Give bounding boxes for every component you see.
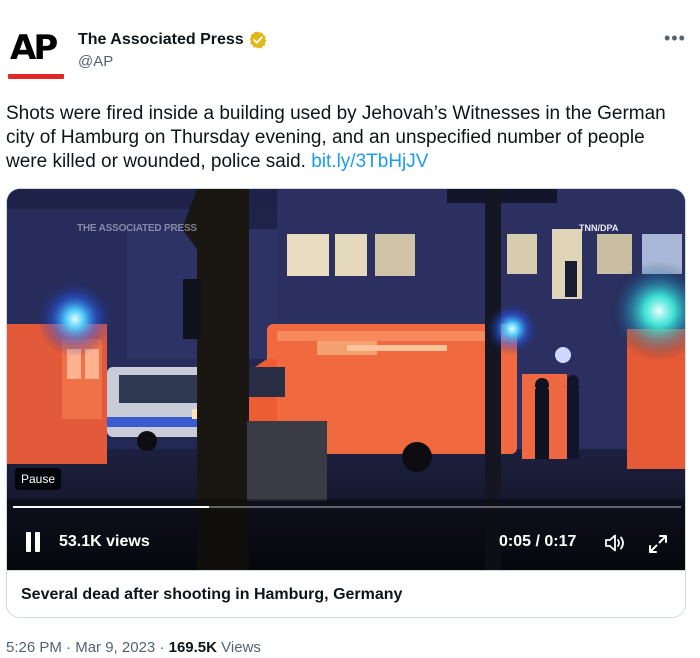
video-watermark-right: TNN/DPA: [579, 223, 619, 233]
tweet-text: Shots were fired inside a building used …: [6, 102, 686, 174]
tweet-meta: 5:26 PM · Mar 9, 2023 · 169.5K Views: [6, 639, 261, 656]
author-name-row: The Associated Press: [78, 30, 268, 50]
meta-separator: ·: [159, 639, 169, 656]
verified-badge-icon[interactable]: [248, 30, 268, 50]
card-caption[interactable]: Several dead after shooting in Hamburg, …: [7, 570, 685, 617]
media-card[interactable]: THE ASSOCIATED PRESS TNN/DPA Pause 53.1K…: [6, 188, 686, 618]
tweet-date[interactable]: Mar 9, 2023: [75, 639, 155, 656]
pause-icon-left-bar: [26, 532, 31, 552]
video-progress-fill: [13, 506, 210, 508]
volume-icon[interactable]: [603, 532, 627, 554]
more-options-icon[interactable]: •••: [664, 28, 686, 49]
ap-logo-text: AP: [10, 28, 58, 68]
author-display-name[interactable]: The Associated Press: [78, 31, 244, 49]
pause-button[interactable]: [23, 532, 43, 554]
video-frame: [7, 189, 685, 570]
fullscreen-icon[interactable]: [647, 533, 669, 555]
video-player[interactable]: THE ASSOCIATED PRESS TNN/DPA Pause 53.1K…: [7, 189, 685, 570]
card-caption-text: Several dead after shooting in Hamburg, …: [21, 586, 403, 603]
video-view-count: 53.1K views: [59, 533, 150, 550]
pause-icon-right-bar: [35, 532, 40, 552]
tweet-views-label: Views: [221, 639, 261, 656]
pause-tooltip: Pause: [15, 468, 62, 490]
video-progress-bar[interactable]: [13, 506, 681, 508]
ap-logo-bar: [8, 74, 64, 79]
author-avatar[interactable]: AP: [6, 26, 66, 86]
video-time: 0:05 / 0:17: [499, 533, 577, 550]
meta-separator: ·: [66, 639, 76, 656]
author-handle[interactable]: @AP: [78, 53, 113, 70]
tweet-link[interactable]: bit.ly/3TbHjJV: [311, 151, 428, 172]
tweet-time[interactable]: 5:26 PM: [6, 639, 62, 656]
video-watermark-left: THE ASSOCIATED PRESS: [77, 223, 197, 234]
tweet-view-count: 169.5K: [168, 639, 217, 656]
